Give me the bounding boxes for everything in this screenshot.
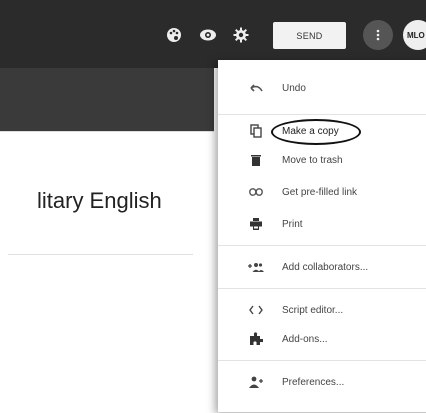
highlight-circle <box>271 119 361 145</box>
menu-item-script-editor[interactable]: Script editor... <box>218 295 426 325</box>
divider <box>218 360 426 361</box>
menu-item-add-collaborators[interactable]: Add collaborators... <box>218 252 426 282</box>
menu-item-label: Add collaborators... <box>282 261 369 273</box>
puzzle-icon <box>248 331 264 347</box>
divider <box>218 114 426 115</box>
code-icon <box>248 302 264 318</box>
menu-item-label: Get pre-filled link <box>282 186 358 198</box>
menu-item-undo[interactable]: Undo <box>218 73 426 103</box>
menu-item-label: Add-ons... <box>282 333 328 345</box>
send-button[interactable]: SEND <box>273 22 346 49</box>
divider <box>218 245 426 246</box>
top-bar: SEND MLO <box>0 0 426 68</box>
person-settings-icon <box>248 374 264 390</box>
more-vert-icon <box>376 29 380 41</box>
form-title[interactable]: litary English <box>37 188 162 214</box>
form-card <box>0 131 214 413</box>
divider <box>218 288 426 289</box>
menu-item-label: Print <box>282 218 303 230</box>
menu-item-label: Preferences... <box>282 376 345 388</box>
menu-item-print[interactable]: Print <box>218 209 426 239</box>
menu-item-label: Undo <box>282 82 306 94</box>
copy-icon <box>248 123 264 139</box>
menu-item-add-ons[interactable]: Add-ons... <box>218 324 426 354</box>
menu-item-preferences[interactable]: Preferences... <box>218 367 426 397</box>
avatar[interactable]: MLO <box>403 20 426 50</box>
divider <box>8 254 193 255</box>
print-icon <box>248 216 264 232</box>
menu-item-label: Move to trash <box>282 154 343 166</box>
eye-icon[interactable] <box>199 26 217 44</box>
more-options-menu: Undo Make a copy Move to trash Get pre-f… <box>218 60 426 412</box>
menu-item-label: Script editor... <box>282 304 344 316</box>
link-icon <box>248 184 264 200</box>
palette-icon[interactable] <box>165 26 183 44</box>
more-options-button[interactable] <box>363 20 393 50</box>
trash-icon <box>248 152 264 168</box>
add-people-icon <box>248 259 264 275</box>
undo-icon <box>248 80 264 96</box>
menu-item-get-pre-filled-link[interactable]: Get pre-filled link <box>218 177 426 207</box>
menu-item-move-to-trash[interactable]: Move to trash <box>218 145 426 175</box>
gear-icon[interactable] <box>232 26 250 44</box>
